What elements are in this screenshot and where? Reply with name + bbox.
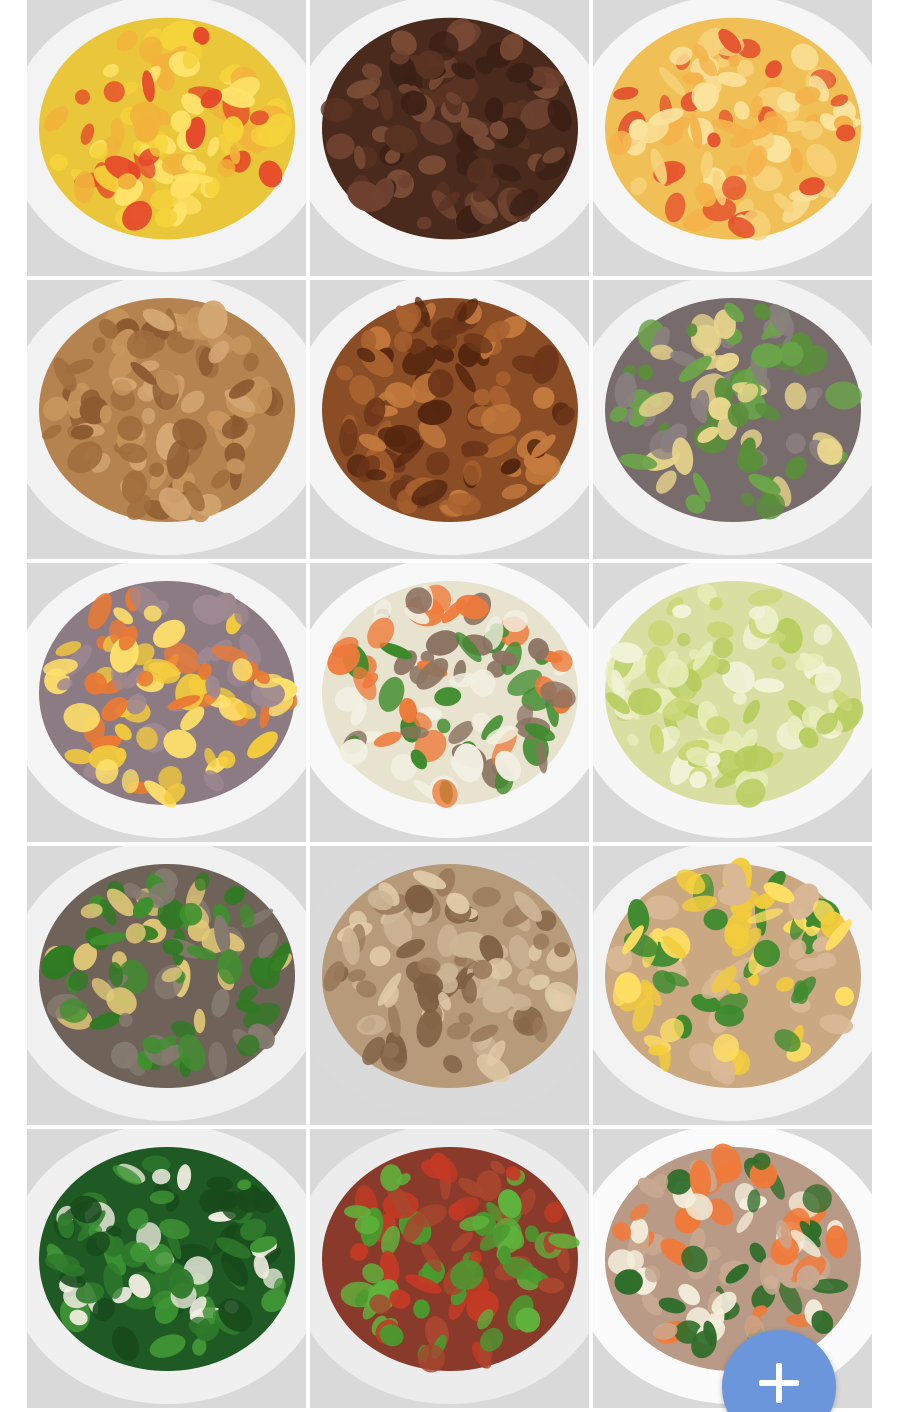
photo-thumbnail-corn-with-carrot[interactable] (27, 0, 306, 276)
photo-thumbnail-braised-tofu[interactable] (27, 280, 306, 559)
food-photo (310, 563, 589, 842)
photo-thumbnail-braised-pork[interactable] (310, 0, 589, 276)
food-photo (27, 280, 306, 559)
photo-thumbnail-tomato-egg[interactable] (593, 0, 872, 276)
photo-thumbnail-diced-meat-corn[interactable] (27, 563, 306, 842)
photo-thumbnail-liver-with-peas[interactable] (593, 280, 872, 559)
photo-gallery-screen (0, 0, 900, 1412)
photo-thumbnail-napa-cabbage[interactable] (593, 563, 872, 842)
photo-thumbnail-cauliflower-pork[interactable] (310, 563, 589, 842)
photo-thumbnail-beef-snow-peas[interactable] (27, 846, 306, 1125)
photo-thumbnail-fried-pork-slices[interactable] (310, 280, 589, 559)
photo-thumbnail-spinach-garlic[interactable] (27, 1129, 306, 1408)
food-photo (310, 1129, 589, 1408)
food-photo (27, 0, 306, 276)
food-photo (310, 0, 589, 276)
food-photo (593, 280, 872, 559)
food-photo (310, 846, 589, 1125)
food-photo (27, 1129, 306, 1408)
photo-grid (27, 0, 873, 1408)
food-photo (593, 563, 872, 842)
photo-thumbnail-braised-chicken[interactable] (310, 846, 589, 1125)
photo-thumbnail-pork-corn-scallion[interactable] (593, 846, 872, 1125)
plus-icon (759, 1363, 799, 1403)
food-photo (27, 563, 306, 842)
food-photo (593, 0, 872, 276)
food-photo (310, 280, 589, 559)
food-photo (593, 846, 872, 1125)
food-photo (27, 846, 306, 1125)
photo-thumbnail-pork-green-pepper[interactable] (310, 1129, 589, 1408)
